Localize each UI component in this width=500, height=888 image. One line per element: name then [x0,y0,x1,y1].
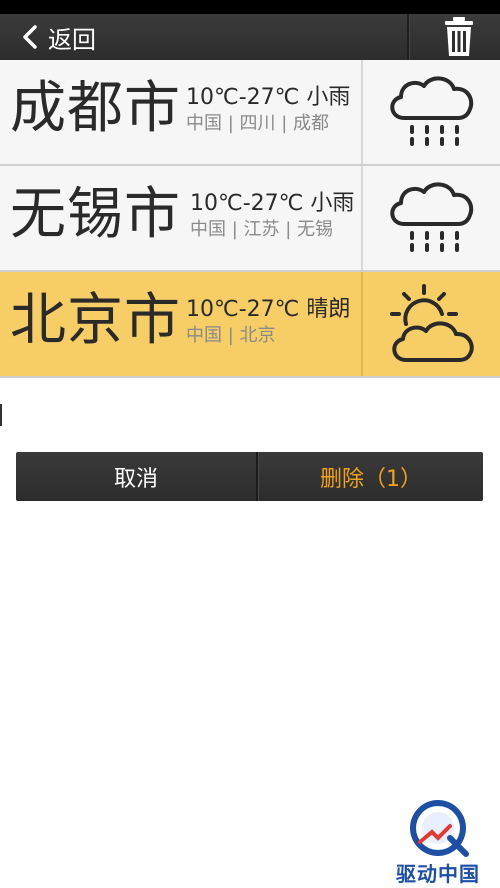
logo-emblem-icon [410,800,469,857]
back-button[interactable]: 返回 [22,14,96,60]
watermark-logo: 驱动中国 [380,798,496,886]
city-region: 中国 | 江苏 | 无锡 [190,219,334,240]
city-temperature: 10℃-27℃ 小雨 [190,191,355,216]
row-divider [361,60,363,164]
city-temperature: 10℃-27℃ 小雨 [186,85,351,110]
watermark-text: 驱动中国 [396,862,480,886]
title-bar-divider [407,14,410,60]
rain-cloud-icon [390,182,474,252]
city-name: 成都市 [10,76,181,141]
city-name: 无锡市 [10,182,181,247]
city-temperature: 10℃-27℃ 晴朗 [186,297,351,322]
city-region: 中国 | 四川 | 成都 [186,113,330,134]
sun-cloud-icon [390,284,474,362]
city-name: 北京市 [10,288,181,353]
trash-icon[interactable] [436,16,482,58]
city-row-chengdu[interactable]: 成都市 10℃-27℃ 小雨 中国 | 四川 | 成都 [0,60,500,166]
status-bar [0,0,500,14]
city-row-wuxi[interactable]: 无锡市 10℃-27℃ 小雨 中国 | 江苏 | 无锡 [0,166,500,272]
rain-cloud-icon [390,76,474,146]
city-region: 中国 | 北京 [186,325,276,346]
edge-mark [0,404,2,426]
row-divider [361,272,363,376]
title-bar: 返回 [0,14,500,61]
action-bar: 取消 删除（1） [16,452,483,501]
delete-button[interactable]: 删除（1） [259,452,483,501]
row-divider [361,166,363,270]
cancel-button[interactable]: 取消 [16,452,256,501]
chevron-left-icon [23,25,37,49]
city-row-beijing[interactable]: 北京市 10℃-27℃ 晴朗 中国 | 北京 [0,272,500,378]
city-list: 成都市 10℃-27℃ 小雨 中国 | 四川 | 成都 无锡市 10℃-27℃ … [0,60,500,378]
back-label: 返回 [48,25,96,54]
